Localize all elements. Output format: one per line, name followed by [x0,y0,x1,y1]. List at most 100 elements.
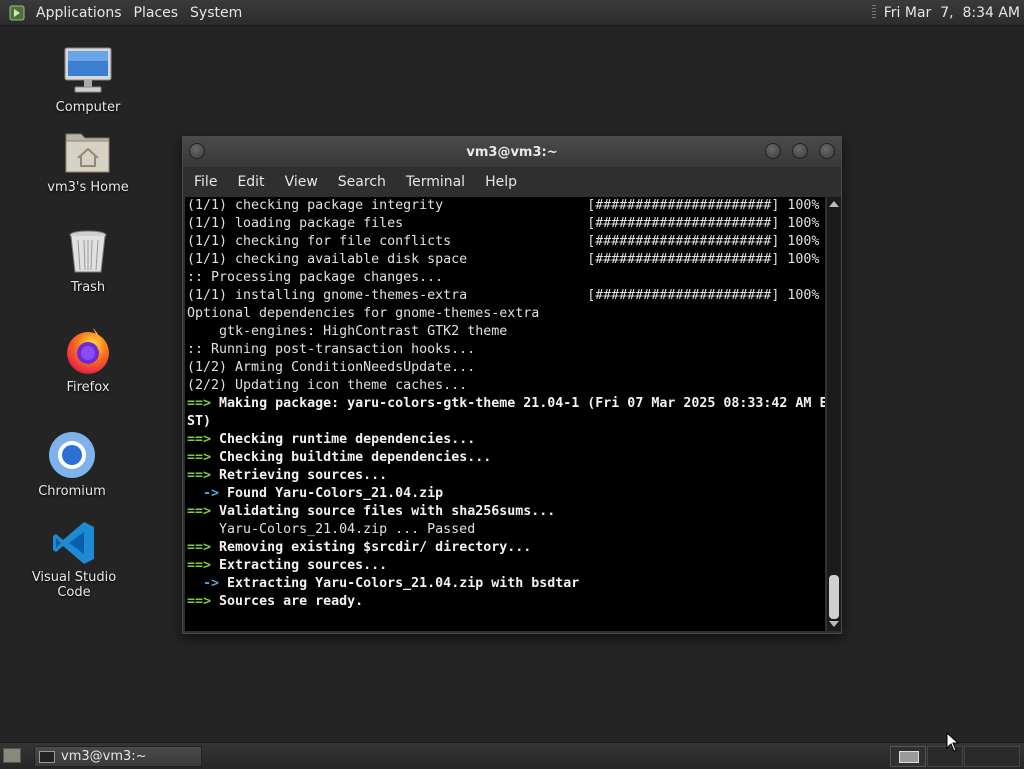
applications-menu[interactable]: Applications [30,5,128,21]
line-prefix: ==> [187,558,212,573]
line-prefix: ==> [187,540,212,555]
trash-icon [69,230,107,273]
home-folder-icon [65,133,110,173]
desktop-icon-home[interactable]: vm3's Home [33,128,143,195]
workspace-window-thumb [899,751,919,763]
window-titlebar[interactable]: vm3@vm3:~ [183,137,841,167]
line-text: Retrieving sources... [211,468,388,483]
terminal-line: (1/1) checking available disk space [###… [185,251,825,269]
minimize-button[interactable] [765,143,781,159]
terminal-menubar: File Edit View Search Terminal Help [183,169,841,195]
computer-icon [64,47,112,93]
desktop-icon-computer[interactable]: Computer [33,46,143,115]
desktop-icon-label: Visual Studio Code [31,570,117,600]
line-text: (1/1) checking for file conflicts [#####… [187,234,820,249]
taskbar-label: vm3@vm3:~ [61,749,147,764]
scrollbar-thumb[interactable] [829,575,839,619]
desktop-icon-label: Firefox [66,380,110,395]
panel-handle[interactable] [871,5,876,20]
menu-file[interactable]: File [183,174,227,190]
taskbar-terminal-button[interactable]: vm3@vm3:~ [34,746,202,767]
line-text: Removing existing $srcdir/ directory... [211,540,532,555]
line-text: ST) [187,414,212,429]
top-panel: Applications Places System Fri Mar 7, 8:… [0,0,1024,26]
line-text: (1/1) checking available disk space [###… [187,252,820,267]
line-text: (1/1) checking package integrity [######… [187,198,820,213]
terminal-output[interactable]: (1/1) checking package integrity [######… [185,197,825,631]
window-title: vm3@vm3:~ [466,144,558,160]
line-text: Extracting Yaru-Colors_21.04.zip with bs… [219,576,580,591]
places-menu[interactable]: Places [128,5,185,21]
terminal-line: ==> Retrieving sources... [185,467,825,485]
close-button[interactable] [819,143,835,159]
terminal-line: Optional dependencies for gnome-themes-e… [185,305,825,323]
terminal-window[interactable]: vm3@vm3:~ File Edit View Search Terminal… [182,136,842,634]
line-prefix: ==> [187,594,212,609]
firefox-icon [67,328,109,374]
terminal-line: :: Running post-transaction hooks... [185,341,825,359]
applications-logo-icon[interactable] [8,4,26,22]
terminal-line: gtk-engines: HighContrast GTK2 theme [185,323,825,341]
chromium-icon [49,432,95,478]
line-text: :: Processing package changes... [187,270,444,285]
line-text: :: Running post-transaction hooks... [187,342,476,357]
workspace-3[interactable] [964,746,1020,767]
line-text: Optional dependencies for gnome-themes-e… [187,306,540,321]
terminal-line: ==> Sources are ready. [185,593,825,611]
desktop-icon-label: Chromium [38,484,106,499]
menu-search[interactable]: Search [328,174,396,190]
line-prefix: ==> [187,396,212,411]
terminal-icon [39,750,55,763]
terminal-line: (1/1) checking package integrity [######… [185,197,825,215]
workspace-1[interactable] [890,746,926,767]
line-prefix: -> [187,486,220,501]
line-text: Extracting sources... [211,558,388,573]
terminal-line: (1/1) checking for file conflicts [#####… [185,233,825,251]
terminal-line: (2/2) Updating icon theme caches... [185,377,825,395]
line-text: gtk-engines: HighContrast GTK2 theme [187,324,508,339]
terminal-line: ==> Checking buildtime dependencies... [185,449,825,467]
terminal-line: (1/1) loading package files [###########… [185,215,825,233]
line-text: Found Yaru-Colors_21.04.zip [219,486,444,501]
clock[interactable]: Fri Mar 7, 8:34 AM [884,5,1020,21]
terminal-line: :: Processing package changes... [185,269,825,287]
desktop-icon-trash[interactable]: Trash [33,228,143,295]
menu-terminal[interactable]: Terminal [396,174,475,190]
line-text: Validating source files with sha256sums.… [211,504,556,519]
bottom-panel: vm3@vm3:~ [0,742,1024,769]
desktop-icon-label: vm3's Home [47,180,129,195]
terminal-line: ==> Extracting sources... [185,557,825,575]
terminal-line: -> Found Yaru-Colors_21.04.zip [185,485,825,503]
desktop-icon-firefox[interactable]: Firefox [33,326,143,395]
terminal-line: ST) [185,413,825,431]
terminal-scrollbar[interactable] [826,197,841,631]
desktop-icon-vscode[interactable]: Visual Studio Code [19,520,129,600]
line-text: Making package: yaru-colors-gtk-theme 21… [211,396,825,411]
line-text: Checking buildtime dependencies... [211,450,492,465]
line-prefix: ==> [187,504,212,519]
terminal-line: ==> Checking runtime dependencies... [185,431,825,449]
terminal-line: ==> Validating source files with sha256s… [185,503,825,521]
line-text: Checking runtime dependencies... [211,432,476,447]
line-text: (2/2) Updating icon theme caches... [187,378,468,393]
show-desktop-icon[interactable] [3,748,21,763]
line-text: (1/1) installing gnome-themes-extra [###… [187,288,820,303]
desktop-icon-label: Trash [70,280,106,295]
system-menu[interactable]: System [184,5,248,21]
terminal-line: (1/2) Arming ConditionNeedsUpdate... [185,359,825,377]
mouse-cursor-icon [946,732,960,752]
maximize-button[interactable] [792,143,808,159]
desktop-icon-chromium[interactable]: Chromium [17,430,127,499]
menu-help[interactable]: Help [475,174,527,190]
window-menu-button[interactable] [189,143,205,159]
line-text: Yaru-Colors_21.04.zip ... Passed [187,522,476,537]
terminal-line: ==> Removing existing $srcdir/ directory… [185,539,825,557]
scroll-up-icon[interactable] [829,201,839,207]
menu-view[interactable]: View [275,174,328,190]
line-text: (1/1) loading package files [###########… [187,216,820,231]
terminal-line: (1/1) installing gnome-themes-extra [###… [185,287,825,305]
line-text: (1/2) Arming ConditionNeedsUpdate... [187,360,476,375]
scroll-down-icon[interactable] [829,621,839,627]
menu-edit[interactable]: Edit [227,174,274,190]
terminal-line: -> Extracting Yaru-Colors_21.04.zip with… [185,575,825,593]
